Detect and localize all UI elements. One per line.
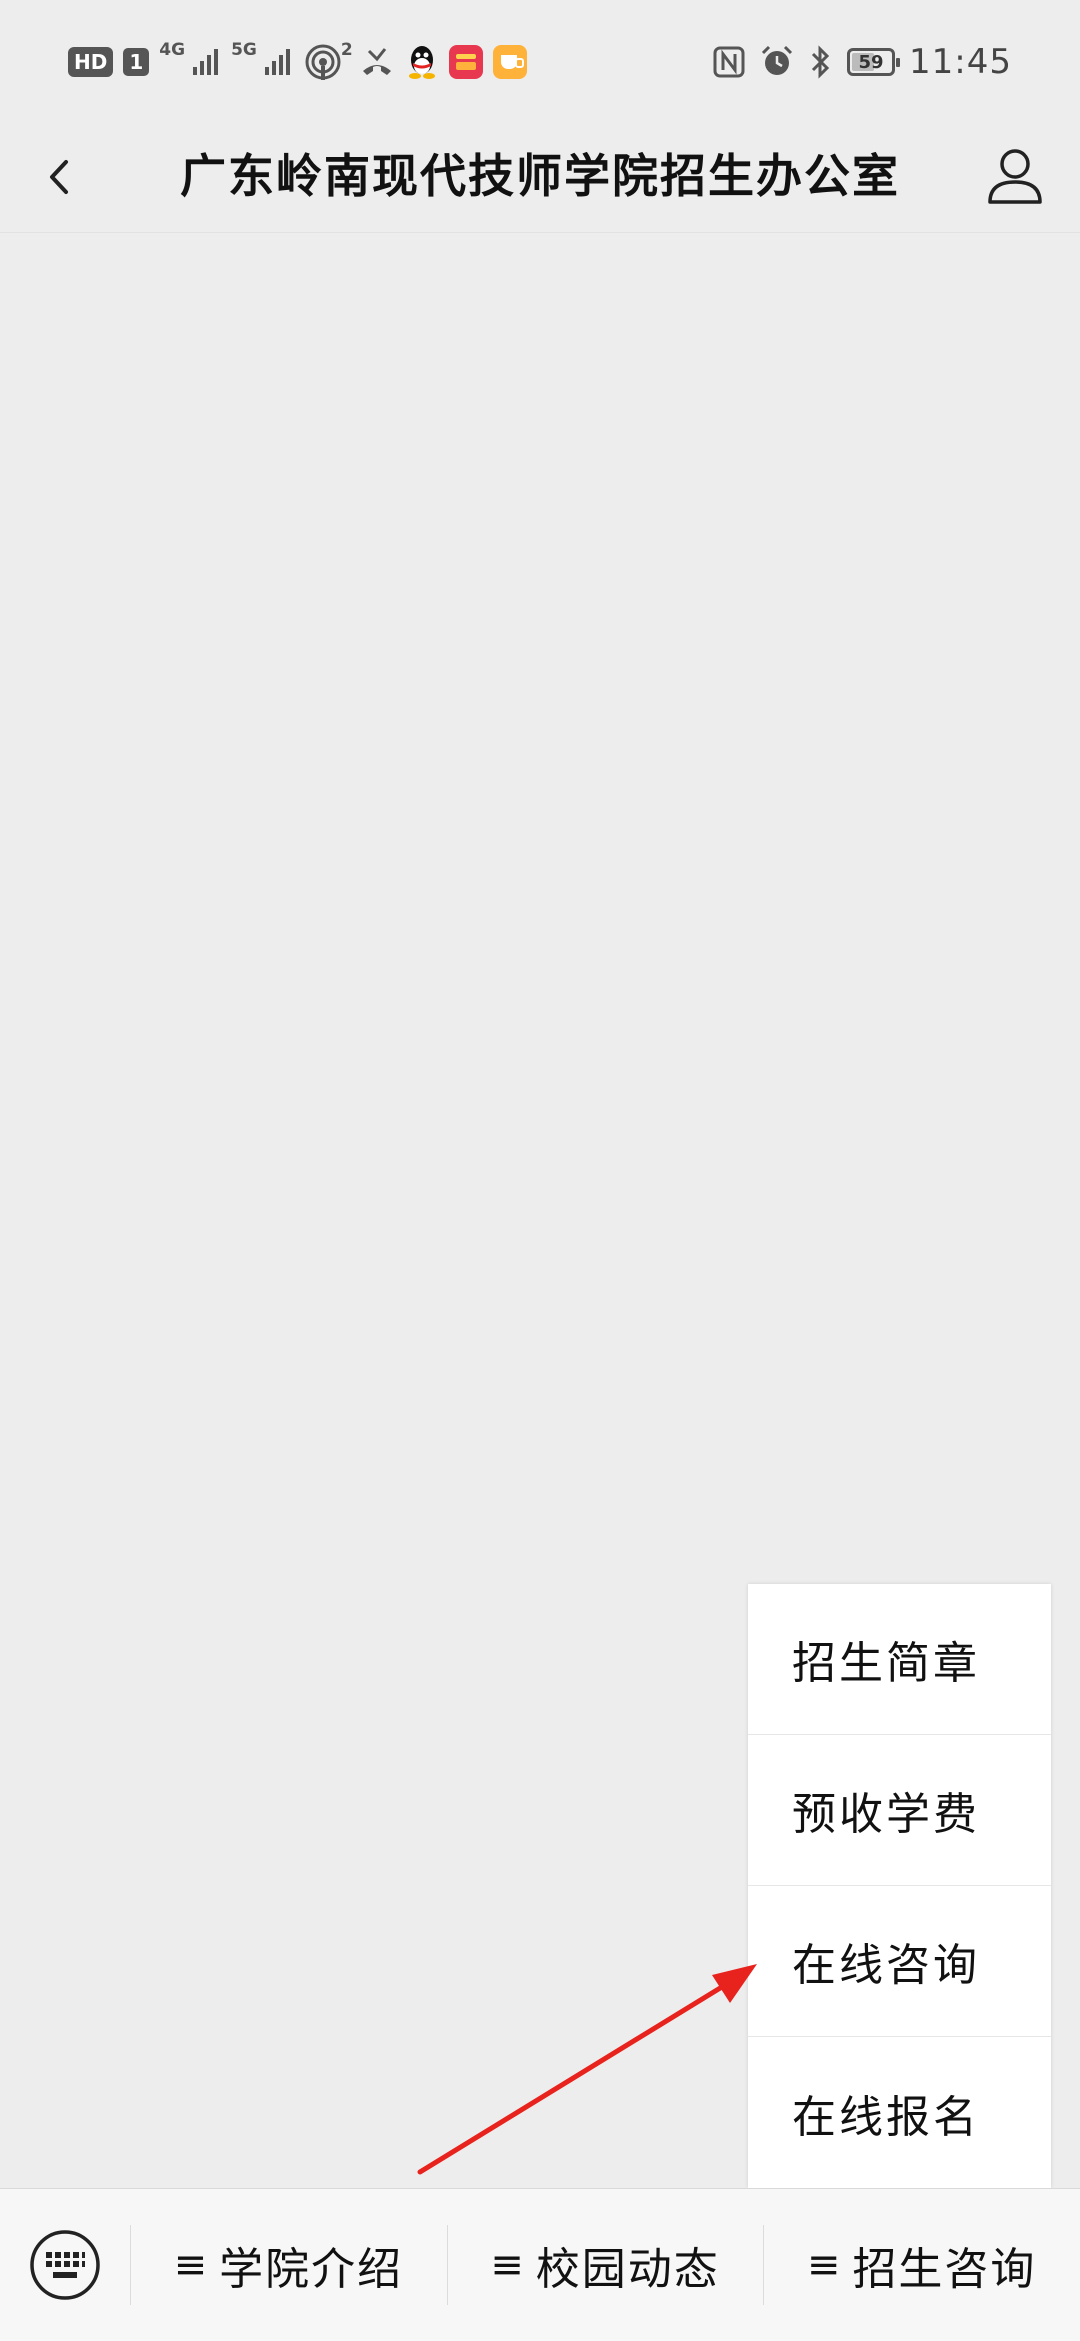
signal-icon: [264, 49, 290, 75]
submenu-item-online-register[interactable]: 在线报名: [748, 2037, 1051, 2188]
menu-admission-consult[interactable]: ≡ 招生咨询: [763, 2189, 1080, 2341]
page-title: 广东岭南现代技师学院招生办公室: [180, 149, 900, 203]
menu-lines-icon: ≡: [806, 2242, 843, 2288]
hotspot-count: 2: [340, 40, 353, 60]
menu-lines-icon: ≡: [490, 2242, 526, 2288]
profile-button[interactable]: [974, 136, 1056, 218]
menu-label: 校园动态: [535, 2244, 720, 2295]
hotspot-icon: [305, 44, 341, 80]
missed-call-icon: [362, 48, 391, 75]
battery-icon: 59: [847, 48, 901, 76]
app-red-icon: [448, 45, 483, 79]
status-left: HD 1 4G 5G 2: [68, 38, 527, 86]
bottom-menu-bar: ≡ 学院介绍 ≡ 校园动态 ≡ 招生咨询: [0, 2188, 1080, 2341]
keyboard-toggle-button[interactable]: [0, 2189, 130, 2341]
clock: 11:45: [909, 42, 1012, 82]
net-5g-label: 5G: [231, 40, 257, 60]
bluetooth-icon: [811, 45, 830, 79]
app-yellow-icon: [492, 45, 527, 79]
alarm-icon: [761, 45, 793, 75]
submenu-item-admission-brochure[interactable]: 招生简章: [748, 1584, 1051, 1735]
chevron-left-icon: [50, 160, 68, 194]
status-right: 59 11:45: [713, 38, 1012, 86]
menu-label: 学院介绍: [219, 2244, 404, 2295]
menu-lines-icon: ≡: [173, 2242, 210, 2288]
menu-college-intro[interactable]: ≡ 学院介绍: [130, 2189, 447, 2341]
title-bar: 广东岭南现代技师学院招生办公室: [0, 120, 1080, 233]
submenu-item-online-consult[interactable]: 在线咨询: [748, 1886, 1051, 2037]
net-4g-label: 4G: [159, 40, 186, 60]
battery-level: 59: [858, 51, 884, 73]
person-icon: [988, 149, 1042, 204]
submenu-item-prepay-tuition[interactable]: 预收学费: [748, 1735, 1051, 1886]
sim-badge: 1: [123, 48, 150, 76]
signal-icon: [193, 49, 219, 75]
qq-icon: [408, 46, 435, 79]
status-bar: HD 1 4G 5G 2 59 11:45: [0, 0, 1080, 120]
hd-badge: HD: [68, 47, 114, 77]
keyboard-icon: [30, 2230, 100, 2300]
menu-label: 招生咨询: [852, 2244, 1037, 2295]
menu-campus-news[interactable]: ≡ 校园动态: [446, 2189, 764, 2341]
back-button[interactable]: [28, 142, 98, 212]
submenu-popup: 招生简章 预收学费 在线咨询 在线报名: [748, 1584, 1051, 2188]
nfc-icon: [713, 46, 745, 78]
